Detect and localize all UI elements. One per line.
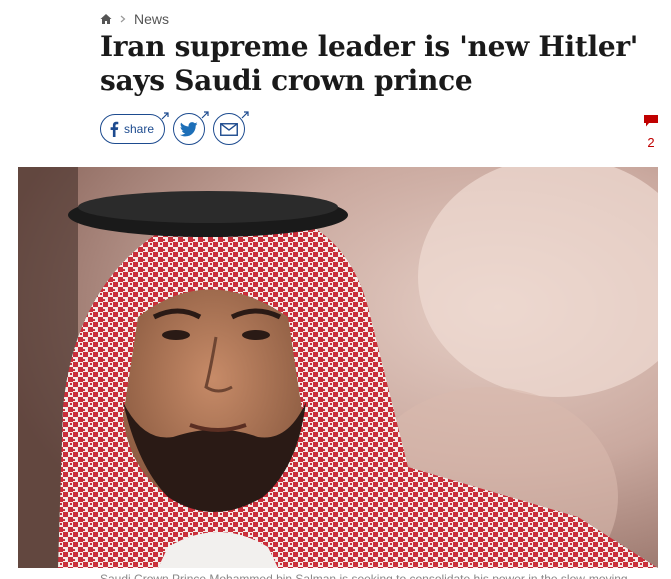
twitter-icon: [180, 121, 198, 136]
external-link-icon: [241, 111, 249, 119]
share-bar: share: [100, 111, 249, 145]
home-icon[interactable]: [100, 13, 112, 25]
image-caption: Saudi Crown Prince Mohammed bin Salman i…: [100, 572, 628, 579]
facebook-icon: [110, 121, 119, 137]
external-link-icon: [201, 111, 209, 119]
comments-link[interactable]: 2: [640, 114, 662, 150]
external-link-icon: [161, 112, 169, 120]
facebook-share-button[interactable]: share: [100, 112, 169, 144]
chevron-right-icon: [120, 15, 126, 23]
headline: Iran supreme leader is 'new Hitler' says…: [100, 30, 639, 97]
twitter-share-button[interactable]: [173, 111, 209, 145]
breadcrumb: News: [100, 9, 169, 29]
breadcrumb-news-link[interactable]: News: [134, 11, 169, 27]
hero-photo-illustration: [18, 167, 658, 568]
hero-image: [18, 167, 658, 568]
email-share-button[interactable]: [213, 111, 249, 145]
comment-icon: [644, 115, 658, 127]
comment-count: 2: [647, 135, 655, 150]
facebook-share-label: share: [124, 122, 155, 136]
email-icon: [220, 122, 238, 136]
